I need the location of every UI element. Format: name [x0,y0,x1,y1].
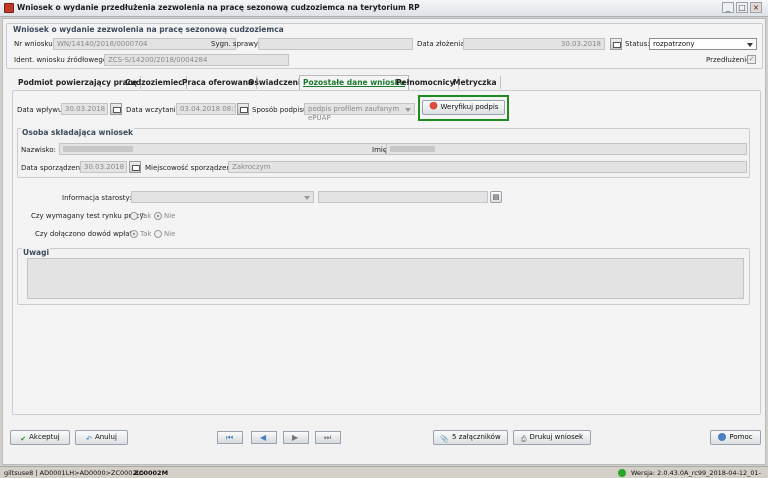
close-button[interactable]: × [750,2,762,13]
help-icon [718,433,727,441]
tab-content-panel: Data wpływu: 30.03.2018 Data wczytania: … [12,90,761,415]
nr-field: WN/14140/2018/0000704 [53,38,236,50]
nav-last-button[interactable]: ⏭ [315,431,341,444]
extension-label: Przedłużenie: [706,56,753,64]
next-icon: ▶ [292,433,299,442]
date-label: Data złożenia: [417,40,467,48]
tab-metryczka[interactable]: Metryczka [450,76,501,89]
sporz-label: Data sporządzenia: [21,164,89,172]
starosta-label: Informacja starosty: [62,194,132,202]
status-current-module: ZC0002M [134,469,169,477]
undo-icon: ↶ [86,435,92,443]
wplyw-field: 30.03.2018 [61,103,108,115]
uwagi-group: Uwagi [17,248,750,305]
calendar-icon[interactable] [610,38,622,50]
last-icon: ⏭ [324,433,332,442]
nav-first-button[interactable]: ⏮ [217,431,243,444]
verify-signature-button[interactable]: Weryfikuj podpis [422,100,505,115]
tab-cudzoziemiec[interactable]: Cudzoziemiec [122,76,187,89]
sygn-field [258,38,413,50]
nazwisko-label: Nazwisko: [21,146,56,154]
status-value: rozpatrzony [653,40,695,48]
statusbar: giltsuse8 | AD0001LH>AD0000>ZC0002L> ZC0… [0,466,768,478]
seal-icon [428,102,438,111]
main-window: Wniosek o wydanie zezwolenia na pracę se… [2,18,766,465]
document-icon[interactable]: ▤ [490,191,502,203]
podpis-value: podpis profilem zaufanym ePUAP [308,105,400,122]
help-label: Pomoc [729,433,753,441]
status-version: Wersja: 2.0.43.0A_rc99_2018-04-12_01-00 [631,469,761,478]
test-nie-label: Nie [164,212,176,220]
applicant-title: Osoba składająca wniosek [21,128,135,137]
minimize-button[interactable]: _ [722,2,734,13]
attachments-label: 5 załączników [452,433,501,441]
nav-prev-button[interactable]: ◀ [251,431,277,444]
applicant-group: Osoba składająca wniosek Nazwisko: Imię:… [17,128,750,178]
window-titlebar: Wniosek o wydanie przedłużenia zezwoleni… [0,0,768,17]
paperclip-icon: 📎 [440,435,450,443]
status-select[interactable]: rozpatrzony [649,38,757,50]
header-panel: Wniosek o wydanie zezwolenia na pracę se… [6,23,763,69]
podpis-label: Sposób podpisu: [252,106,310,114]
dowod-tak-radio[interactable] [130,230,138,238]
test-nie-radio[interactable] [154,212,162,220]
dowod-label: Czy dołączono dowód wpłaty: [35,230,139,238]
dowod-tak-label: Tak [140,230,152,238]
prev-icon: ◀ [260,433,267,442]
print-button[interactable]: ⎙ Drukuj wniosek [513,430,591,445]
calendar-icon[interactable] [110,103,122,115]
test-tak-label: Tak [140,212,152,220]
printer-icon: ⎙ [520,435,527,443]
cancel-label: Anuluj [94,433,117,441]
nav-next-button[interactable]: ▶ [283,431,309,444]
miejsce-field: Zakroczym [228,161,747,173]
test-label: Czy wymagany test rynku pracy: [31,212,146,220]
status-path: giltsuse8 | AD0001LH>AD0000>ZC0002L> [4,469,146,477]
uwagi-textarea[interactable] [27,258,744,299]
calendar-icon[interactable] [237,103,249,115]
wplyw-label: Data wpływu: [17,106,65,114]
maximize-button[interactable]: □ [736,2,748,13]
extension-checkbox[interactable]: ✓ [747,55,756,64]
sporz-field: 30.03.2018 [80,161,127,173]
attachments-button[interactable]: 📎 5 załączników [433,430,508,445]
status-label: Status: [625,40,650,48]
sygn-label: Sygn. sprawy: [211,40,260,48]
redacted-surname [63,146,133,152]
podpis-select[interactable]: podpis profilem zaufanym ePUAP [304,103,415,122]
wczytania-label: Data wczytania: [126,106,183,114]
date-field: 30.03.2018 [463,38,605,50]
chevron-down-icon [304,196,310,200]
chevron-down-icon [405,108,411,112]
nr-label: Nr wniosku: [14,40,56,48]
app-icon [4,3,14,13]
accept-button[interactable]: ✔ Akceptuj [10,430,70,445]
print-label: Drukuj wniosek [529,433,584,441]
miejsce-label: Miejscowość sporządzenia: [145,164,240,172]
uwagi-title: Uwagi [22,248,51,257]
starosta-text-field [318,191,488,203]
ident-label: Ident. wniosku źródłowego: [14,56,110,64]
redacted-name [390,146,435,152]
wczytania-field: 03.04.2018 08:14 [176,103,236,115]
window-title: Wniosek o wydanie przedłużenia zezwoleni… [17,3,420,12]
check-icon: ✔ [20,435,27,443]
first-icon: ⏮ [226,433,234,442]
cancel-button[interactable]: ↶ Anuluj [75,430,128,445]
test-tak-radio[interactable] [130,212,138,220]
header-section-title: Wniosek o wydanie zezwolenia na pracę se… [13,25,284,34]
ident-field: ZCS-S/14200/2018/0004284 [104,54,289,66]
chevron-down-icon [747,43,753,47]
dowod-nie-label: Nie [164,230,176,238]
starosta-select[interactable] [131,191,314,203]
imie-field [386,143,747,155]
dowod-nie-radio[interactable] [154,230,162,238]
help-button[interactable]: Pomoc [710,430,761,445]
calendar-icon[interactable] [129,161,141,173]
ok-status-icon [618,469,626,477]
tab-pelnomocnicy[interactable]: Pełnomocnicy [393,76,459,89]
accept-label: Akceptuj [29,433,60,441]
verify-signature-label: Weryfikuj podpis [440,103,499,111]
